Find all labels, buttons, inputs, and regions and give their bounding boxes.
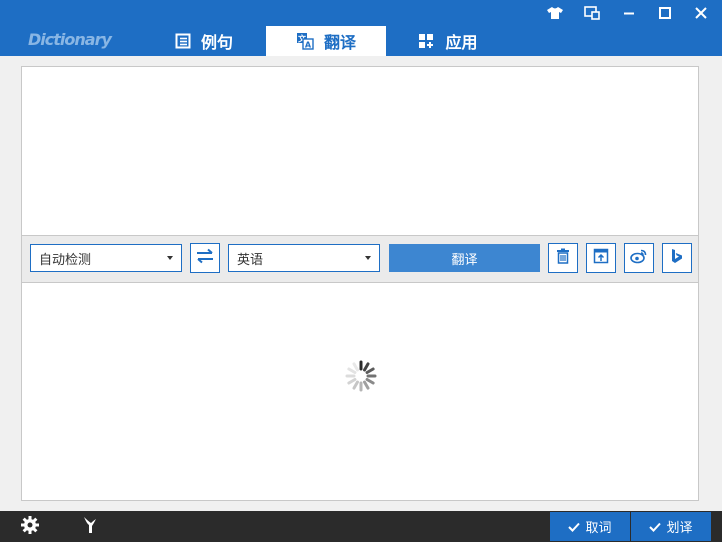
source-text-input[interactable]	[22, 67, 698, 235]
select-translate-button[interactable]: 划译	[631, 512, 711, 541]
maximize-button[interactable]	[648, 2, 682, 26]
app-logo-text: Dictionary	[28, 29, 112, 49]
mic-icon	[80, 515, 100, 539]
title-bar: Dictionary 例句 文A 翻译 应用	[0, 0, 722, 56]
pin-window-button[interactable]	[586, 243, 616, 273]
skin-icon	[546, 5, 564, 24]
mini-mode-button[interactable]	[575, 2, 609, 26]
share-weibo-button[interactable]	[624, 243, 654, 273]
skin-button[interactable]	[538, 2, 572, 26]
document-list-icon	[175, 33, 191, 49]
tab-apps-label: 应用	[445, 33, 478, 52]
source-language-select[interactable]: 自动检测	[30, 244, 182, 272]
cancel-word-capture-label: 取词	[585, 521, 612, 536]
clear-button[interactable]	[548, 243, 578, 273]
check-icon	[649, 522, 662, 532]
app-logo: Dictionary	[28, 28, 112, 50]
select-translate-label: 划译	[666, 521, 693, 536]
target-language-select[interactable]: 英语	[228, 244, 380, 272]
minimize-icon	[622, 5, 636, 24]
swap-icon	[195, 248, 215, 268]
translate-button[interactable]: 翻译	[389, 244, 540, 272]
translate-button-label: 翻译	[451, 252, 478, 268]
settings-button[interactable]	[19, 516, 41, 538]
translate-icon: 文A	[296, 32, 314, 50]
bing-icon	[670, 248, 684, 268]
apps-icon	[418, 33, 435, 50]
target-language-value: 英语	[237, 252, 264, 268]
tab-examples[interactable]: 例句	[158, 26, 250, 56]
tab-translate-label: 翻译	[323, 33, 356, 52]
mini-mode-icon	[584, 5, 600, 24]
translation-result-area	[21, 282, 699, 501]
close-button[interactable]	[684, 2, 718, 26]
source-text-area[interactable]	[21, 66, 699, 236]
pin-icon	[593, 248, 609, 268]
minimize-button[interactable]	[612, 2, 646, 26]
close-icon	[694, 5, 708, 24]
chevron-down-icon	[365, 256, 371, 260]
maximize-icon	[658, 5, 672, 24]
bing-button[interactable]	[662, 243, 692, 273]
tab-translate[interactable]: 文A 翻译	[266, 26, 386, 56]
status-bar: 取词 划译	[0, 511, 722, 542]
translate-toolbar: 自动检测 英语 翻译	[21, 236, 699, 282]
voice-button[interactable]	[79, 516, 101, 538]
check-icon	[568, 522, 581, 532]
tab-examples-label: 例句	[200, 33, 233, 52]
tab-apps[interactable]: 应用	[402, 26, 494, 56]
source-language-value: 自动检测	[39, 252, 92, 268]
settings-icon	[20, 515, 40, 539]
delete-icon	[555, 248, 571, 268]
weibo-icon	[630, 248, 648, 268]
svg-text:A: A	[305, 41, 312, 50]
swap-languages-button[interactable]	[190, 243, 220, 273]
chevron-down-icon	[167, 256, 173, 260]
loading-spinner-icon	[344, 359, 378, 393]
cancel-word-capture-button[interactable]: 取词	[550, 512, 630, 541]
translate-panel: 自动检测 英语 翻译	[0, 56, 722, 511]
